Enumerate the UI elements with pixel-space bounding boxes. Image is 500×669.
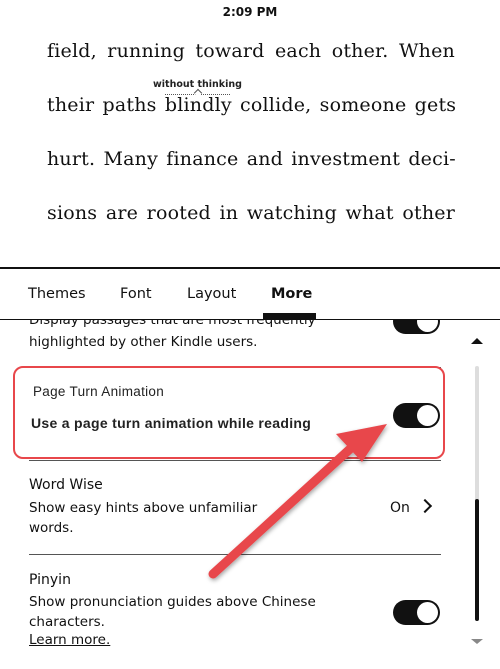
status-time: 2:09 PM bbox=[222, 5, 278, 19]
learn-more-link[interactable]: Learn more. bbox=[29, 632, 110, 648]
pinyin-title: Pinyin bbox=[29, 572, 71, 588]
toggle-knob bbox=[417, 602, 438, 623]
scrollbar-thumb[interactable] bbox=[475, 499, 479, 621]
tab-font[interactable]: Font bbox=[120, 286, 152, 302]
scroll-down-icon[interactable] bbox=[471, 639, 483, 644]
word-wise-description-2: words. bbox=[29, 520, 74, 536]
pinyin-description-2: characters. bbox=[29, 614, 105, 630]
word-wise-description: Show easy hints above unfamiliar bbox=[29, 500, 258, 516]
pinyin-description: Show pronunciation guides above Chinese bbox=[29, 594, 316, 610]
panel-tabs: Themes Font Layout More bbox=[0, 269, 500, 320]
tab-themes[interactable]: Themes bbox=[28, 286, 86, 302]
popular-highlights-description-2: highlighted by other Kindle users. bbox=[29, 334, 258, 350]
word-wise-title: Word Wise bbox=[29, 477, 103, 493]
active-tab-underline bbox=[263, 313, 316, 319]
book-line: their paths blindly collide, someone get… bbox=[47, 94, 457, 116]
divider bbox=[29, 460, 441, 461]
highlight-box bbox=[13, 366, 445, 459]
tab-layout[interactable]: Layout bbox=[187, 286, 236, 302]
book-line: field, running toward each other. When bbox=[47, 40, 455, 62]
divider bbox=[29, 554, 441, 555]
scroll-up-icon[interactable] bbox=[471, 338, 483, 344]
book-line: hurt. Many finance and investment deci- bbox=[47, 148, 456, 170]
word-wise-value: On bbox=[390, 500, 410, 516]
book-line: sions are rooted in watching what other bbox=[47, 202, 455, 224]
tab-more[interactable]: More bbox=[271, 286, 312, 302]
pinyin-toggle[interactable] bbox=[393, 600, 440, 625]
